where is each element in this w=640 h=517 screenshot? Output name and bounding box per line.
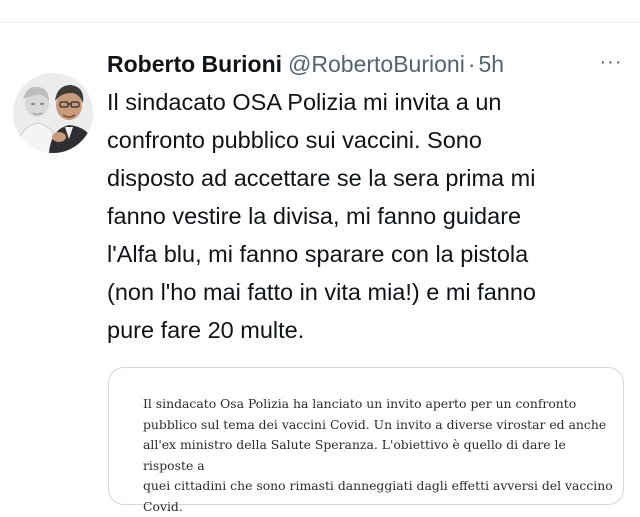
avatar-photo (13, 73, 93, 153)
author-handle[interactable]: @RobertoBurioni (288, 51, 465, 77)
quoted-image-card[interactable]: Il sindacato Osa Polizia ha lanciato un … (108, 367, 624, 514)
author-name[interactable]: Roberto Burioni (107, 51, 282, 77)
avatar[interactable] (13, 73, 93, 153)
tweet-header: Roberto Burioni @RobertoBurioni · 5h ··· (107, 49, 626, 79)
timestamp[interactable]: 5h (479, 51, 505, 77)
tweet[interactable]: Roberto Burioni @RobertoBurioni · 5h ··· Il… (0, 23, 640, 514)
separator-dot: · (467, 51, 476, 77)
tweet-text: Il sindacato OSA Polizia mi invita a un … (107, 89, 536, 343)
more-icon[interactable]: ··· (596, 49, 626, 79)
quoted-article-text: Il sindacato Osa Polizia ha lanciato un … (143, 396, 613, 514)
